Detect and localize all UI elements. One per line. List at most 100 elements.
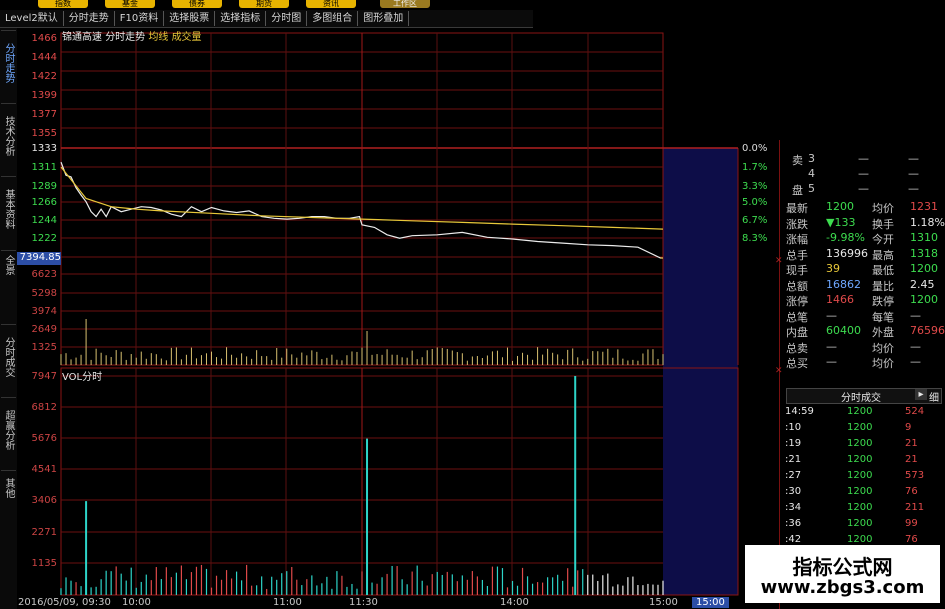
stat-value: — (826, 308, 837, 322)
legend-avg-line: 均线 (148, 32, 169, 43)
trade-vol: 211 (905, 502, 925, 513)
vol-panel-tick: 5676 (31, 433, 57, 444)
quote-stat-row: 涨跌 ▼133 换手 1.18% (786, 215, 945, 231)
time-tick-label: 10:00 (122, 597, 151, 608)
quote-stat-row: 现手 39 最低 1200 (786, 262, 942, 277)
trade-row: :10 1200 9 (785, 422, 941, 437)
trade-row: 14:59 1200 524 (785, 406, 941, 421)
price-tick-label: 1355 (31, 128, 57, 139)
stat-value: 2.45 (910, 277, 935, 291)
legend-volume: 成交量 (171, 32, 202, 43)
price-tick-label: 1377 (31, 109, 57, 120)
trade-price: 1200 (847, 518, 873, 529)
trade-vol: 9 (905, 422, 912, 433)
trade-price: 1200 (847, 438, 873, 449)
volume-tick-label: 5298 (31, 288, 57, 299)
trade-vol: 99 (905, 518, 918, 529)
trade-row: :19 1200 21 (785, 438, 941, 453)
trade-time: :36 (785, 518, 802, 529)
trade-price: 1200 (847, 422, 873, 433)
stat-value: 1466 (826, 293, 854, 306)
time-tick-label: 11:00 (273, 597, 302, 608)
stat-value: 1.18% (910, 215, 945, 229)
price-tick-label: 1311 (31, 162, 57, 173)
stat-value: 1318 (910, 246, 938, 260)
price-cursor-label: 7394.85 (17, 252, 61, 265)
orderbook-price: — (858, 182, 869, 195)
stat-value: — (910, 308, 921, 322)
quote-stat-row: 总手 136996 最高 1318 (786, 246, 942, 262)
stat-label: 涨跌 (786, 217, 808, 231)
stat-label: 内盘 (786, 326, 808, 339)
watermark-url: www.zbgs3.com (760, 577, 925, 598)
chart-title: 分时走势 (105, 32, 146, 43)
stat-label: 均价 (872, 341, 894, 355)
stat-value: ▼133 (826, 215, 856, 229)
stat-label: 涨停 (786, 295, 808, 308)
volume-tick-label: 1325 (31, 342, 57, 353)
trade-time: 14:59 (785, 406, 814, 417)
volume-panel-label: VOL分时 (62, 372, 103, 383)
trade-row: :30 1200 76 (785, 486, 941, 501)
trades-title: 分时成交 (841, 393, 881, 404)
watermark: 指标公式网 www.zbgs3.com (745, 545, 940, 603)
orderbook-level: 3 (808, 152, 815, 165)
trade-vol: 573 (905, 470, 925, 481)
volume-tick-label: 6623 (31, 269, 57, 280)
price-tick-label: 1289 (31, 181, 57, 192)
stat-value: 1231 (910, 200, 938, 213)
vol-panel-tick: 1135 (31, 558, 57, 569)
stat-label: 每笔 (872, 310, 894, 324)
trade-time: :19 (785, 438, 802, 449)
stat-value: — (910, 339, 921, 353)
after-hours-shade (663, 148, 738, 595)
orderbook-row: 盘 5 — — (786, 182, 942, 197)
orderbook-row: 4 — — (786, 167, 942, 181)
trade-time: :21 (785, 454, 802, 465)
close-icon[interactable]: ✕ (775, 256, 783, 266)
orderbook-row: 卖 3 — — (786, 152, 942, 167)
trade-price: 1200 (847, 534, 873, 545)
orderbook-level: 5 (808, 182, 815, 195)
volume-tick-label: 3974 (31, 306, 57, 317)
stat-value: — (910, 355, 921, 368)
trade-time: :34 (785, 502, 802, 513)
trade-vol: 21 (905, 438, 918, 449)
stat-value: 39 (826, 262, 840, 275)
stat-label: 今开 (872, 233, 894, 246)
stat-label: 总买 (786, 357, 808, 370)
trade-row: :36 1200 99 (785, 518, 941, 533)
quote-panel: 卖 3 — — 4 — — 盘 5 — — 最新 1200 均价 1231 涨跌 ▼133… (779, 140, 945, 609)
trade-vol: 76 (905, 486, 918, 497)
trade-time: :42 (785, 534, 802, 545)
trade-price: 1200 (847, 486, 873, 497)
time-cursor-label: 15:00 (692, 597, 729, 608)
orderbook-vol: — (908, 167, 919, 180)
stat-label: 外盘 (872, 326, 894, 339)
trades-expand-button[interactable]: ▸ (915, 389, 927, 400)
stat-value: 16862 (826, 277, 861, 291)
quote-stat-row: 涨幅 -9.98% 今开 1310 (786, 231, 942, 246)
stat-label: 总笔 (786, 310, 808, 324)
price-tick-label: 1222 (31, 233, 57, 244)
trades-detail-button[interactable]: 细 (929, 389, 939, 404)
stat-value: — (826, 355, 837, 368)
stat-label: 均价 (872, 202, 894, 215)
quote-stat-row: 最新 1200 均价 1231 (786, 200, 942, 215)
trade-vol: 524 (905, 406, 925, 417)
time-tick-label: 11:30 (349, 597, 378, 608)
trade-time: :27 (785, 470, 802, 481)
close-icon[interactable]: ✕ (775, 366, 783, 376)
time-tick-label: 15:00 (649, 597, 678, 608)
stat-label: 总额 (786, 279, 808, 293)
stat-value: 1310 (910, 231, 938, 244)
stat-label: 最低 (872, 264, 894, 277)
trades-header: 分时成交 ▸ 细 (786, 388, 942, 404)
vol-panel-tick: 6812 (31, 402, 57, 413)
pct-tick-label: 5.0% (742, 197, 768, 208)
vol-panel-tick: 7947 (31, 371, 57, 382)
orderbook-vol: — (908, 152, 919, 165)
trade-vol: 76 (905, 534, 918, 545)
orderbook-level: 4 (808, 167, 815, 180)
quote-stat-row: 涨停 1466 跌停 1200 (786, 293, 942, 308)
